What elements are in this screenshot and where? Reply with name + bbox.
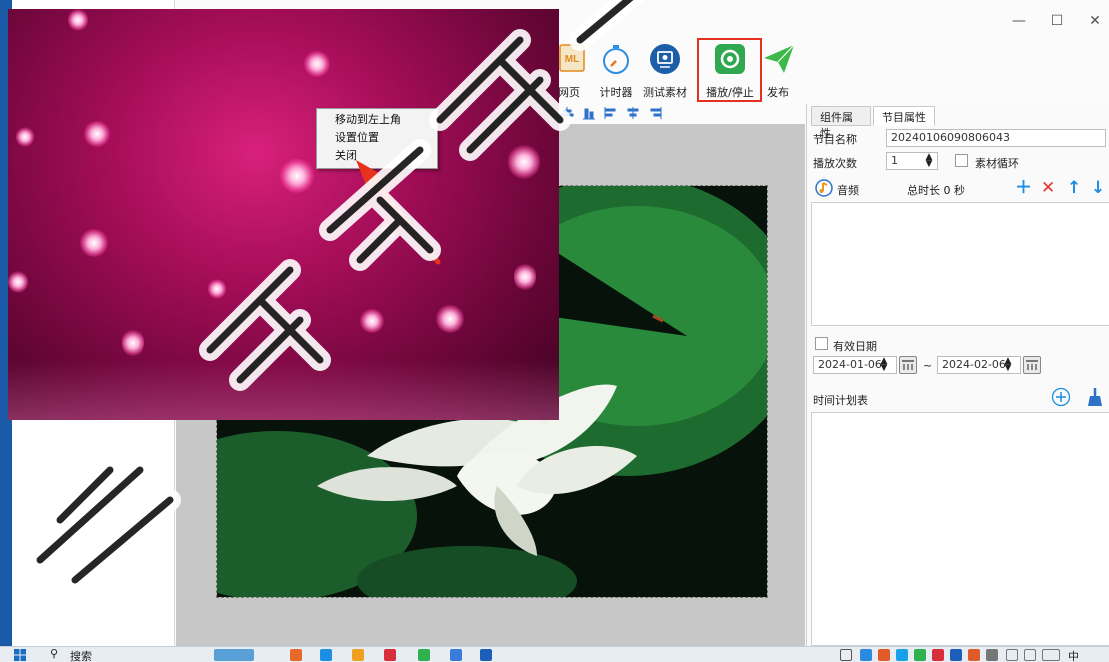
schedule-list[interactable] — [811, 412, 1109, 646]
schedule-label: 时间计划表 — [813, 394, 868, 407]
heart-sparkle — [80, 229, 108, 257]
valid-date-label: 有效日期 — [833, 340, 877, 353]
move-up-icon[interactable]: ↑ — [1067, 178, 1081, 198]
maximize-button[interactable]: ☐ — [1042, 10, 1072, 32]
align-right-icon[interactable] — [648, 106, 662, 120]
tray-icon[interactable] — [896, 649, 908, 661]
toolbar-publish-label: 发布 — [767, 86, 789, 99]
taskbar-app-icon[interactable] — [384, 649, 396, 661]
audio-header: 音频 总时长 0 秒 ＋ ✕ ↑ ↓ — [809, 178, 1109, 200]
end-date-calendar-icon[interactable] — [1023, 356, 1041, 374]
taskbar-search-label[interactable]: 搜索 — [70, 648, 92, 662]
publish-icon — [764, 44, 795, 73]
timer-icon — [603, 45, 629, 74]
title-bar: — ☐ ✕ — [558, 0, 1109, 40]
date-separator: ~ — [923, 359, 933, 372]
add-schedule-icon[interactable] — [1051, 387, 1071, 407]
audio-list[interactable] — [811, 202, 1109, 326]
tray-icon[interactable] — [932, 649, 944, 661]
property-panel: 组件属性 节目属性 节目名称 20240106090806043 播放次数 1 … — [806, 104, 1109, 646]
valid-date-checkbox[interactable] — [815, 337, 828, 350]
tab-component-properties[interactable]: 组件属性 — [811, 106, 871, 140]
heart-sparkle — [436, 305, 464, 333]
taskbar-app-icon[interactable] — [352, 649, 364, 661]
play-count-spinner[interactable]: ▲ ▼ — [924, 153, 934, 169]
taskbar-app-icon[interactable] — [290, 649, 302, 661]
heart-sparkle — [68, 9, 88, 31]
program-name-label: 节目名称 — [813, 133, 857, 146]
svg-text:ML: ML — [565, 54, 579, 65]
minimize-button[interactable]: — — [1004, 10, 1034, 32]
close-button[interactable]: ✕ — [1080, 10, 1109, 32]
align-bottom-icon[interactable] — [582, 106, 596, 120]
tray-icon[interactable] — [968, 649, 980, 661]
toolbar-timer-label: 计时器 — [599, 86, 633, 99]
taskbar: ⚲ 搜索 中 — [0, 646, 1109, 662]
start-date-spinner[interactable]: ▲ ▼ — [879, 357, 889, 373]
toolbar-publish-button[interactable]: 发布 — [762, 42, 795, 99]
tray-icon[interactable] — [950, 649, 962, 661]
tray-icon[interactable] — [914, 649, 926, 661]
tray-icon[interactable] — [860, 649, 872, 661]
taskbar-app-icon[interactable] — [418, 649, 430, 661]
menu-move-to-top-left[interactable]: 移动到左上角 — [317, 111, 437, 129]
test-material-icon — [650, 44, 680, 74]
tab-program-properties[interactable]: 节目属性 — [873, 106, 935, 126]
audio-label: 音频 — [837, 184, 859, 197]
delete-audio-icon[interactable]: ✕ — [1041, 178, 1055, 198]
start-date-calendar-icon[interactable] — [899, 356, 917, 374]
heart-sparkle — [16, 127, 34, 147]
taskbar-app-icon[interactable] — [480, 649, 492, 661]
clear-schedule-icon[interactable] — [1087, 387, 1105, 407]
menu-set-position[interactable]: 设置位置 — [317, 129, 437, 147]
heart-sparkle — [360, 309, 384, 333]
volume-icon[interactable] — [1024, 649, 1036, 661]
align-center-horizontal-icon[interactable] — [626, 106, 640, 120]
heart-sparkle — [208, 279, 226, 299]
sparkle-floor — [8, 360, 559, 420]
alignment-toolbar — [558, 104, 798, 124]
material-loop-label: 素材循环 — [975, 157, 1019, 170]
keyboard-icon[interactable] — [1042, 649, 1060, 661]
taskbar-search-icon[interactable]: ⚲ — [50, 647, 58, 660]
highlight-frame — [697, 38, 762, 102]
move-down-icon[interactable]: ↓ — [1091, 178, 1105, 198]
end-date-spinner[interactable]: ▲ ▼ — [1003, 357, 1013, 373]
heart-sparkle — [380, 223, 396, 241]
input-language-indicator[interactable]: 中 — [1068, 648, 1079, 662]
align-left-icon[interactable] — [604, 106, 618, 120]
audio-icon — [815, 179, 833, 197]
align-center-vertical-icon[interactable] — [560, 106, 574, 120]
toolbar-test-material-label: 测试素材 — [643, 86, 687, 99]
playback-preview-window[interactable] — [8, 9, 559, 420]
menu-close[interactable]: 关闭 — [317, 147, 437, 165]
audio-total-duration: 总时长 0 秒 — [907, 184, 965, 197]
tray-icon[interactable] — [878, 649, 890, 661]
toolbar-test-material-button[interactable]: 测试素材 — [640, 42, 690, 99]
heart-sparkle — [508, 145, 540, 179]
heart-sparkle — [514, 263, 536, 291]
play-count-label: 播放次数 — [813, 157, 857, 170]
context-menu: 移动到左上角 设置位置 关闭 — [316, 108, 438, 169]
add-audio-icon[interactable]: ＋ — [1015, 178, 1032, 198]
windows-start-icon[interactable] — [14, 649, 26, 661]
taskbar-app-icon[interactable] — [450, 649, 462, 661]
taskbar-app-icon[interactable] — [320, 649, 332, 661]
network-icon[interactable] — [1006, 649, 1018, 661]
toolbar-timer-button[interactable]: 计时器 — [594, 42, 638, 99]
wifi-icon[interactable] — [840, 649, 852, 661]
heart-sparkle — [280, 159, 314, 193]
program-name-field[interactable]: 20240106090806043 — [886, 129, 1106, 147]
heart-sparkle — [8, 271, 28, 293]
heart-sparkle — [304, 51, 330, 77]
tray-icon[interactable] — [986, 649, 998, 661]
taskbar-widget-icon[interactable] — [214, 649, 254, 661]
heart-sparkle — [122, 329, 144, 357]
material-loop-checkbox[interactable] — [955, 154, 968, 167]
heart-sparkle — [84, 121, 110, 147]
